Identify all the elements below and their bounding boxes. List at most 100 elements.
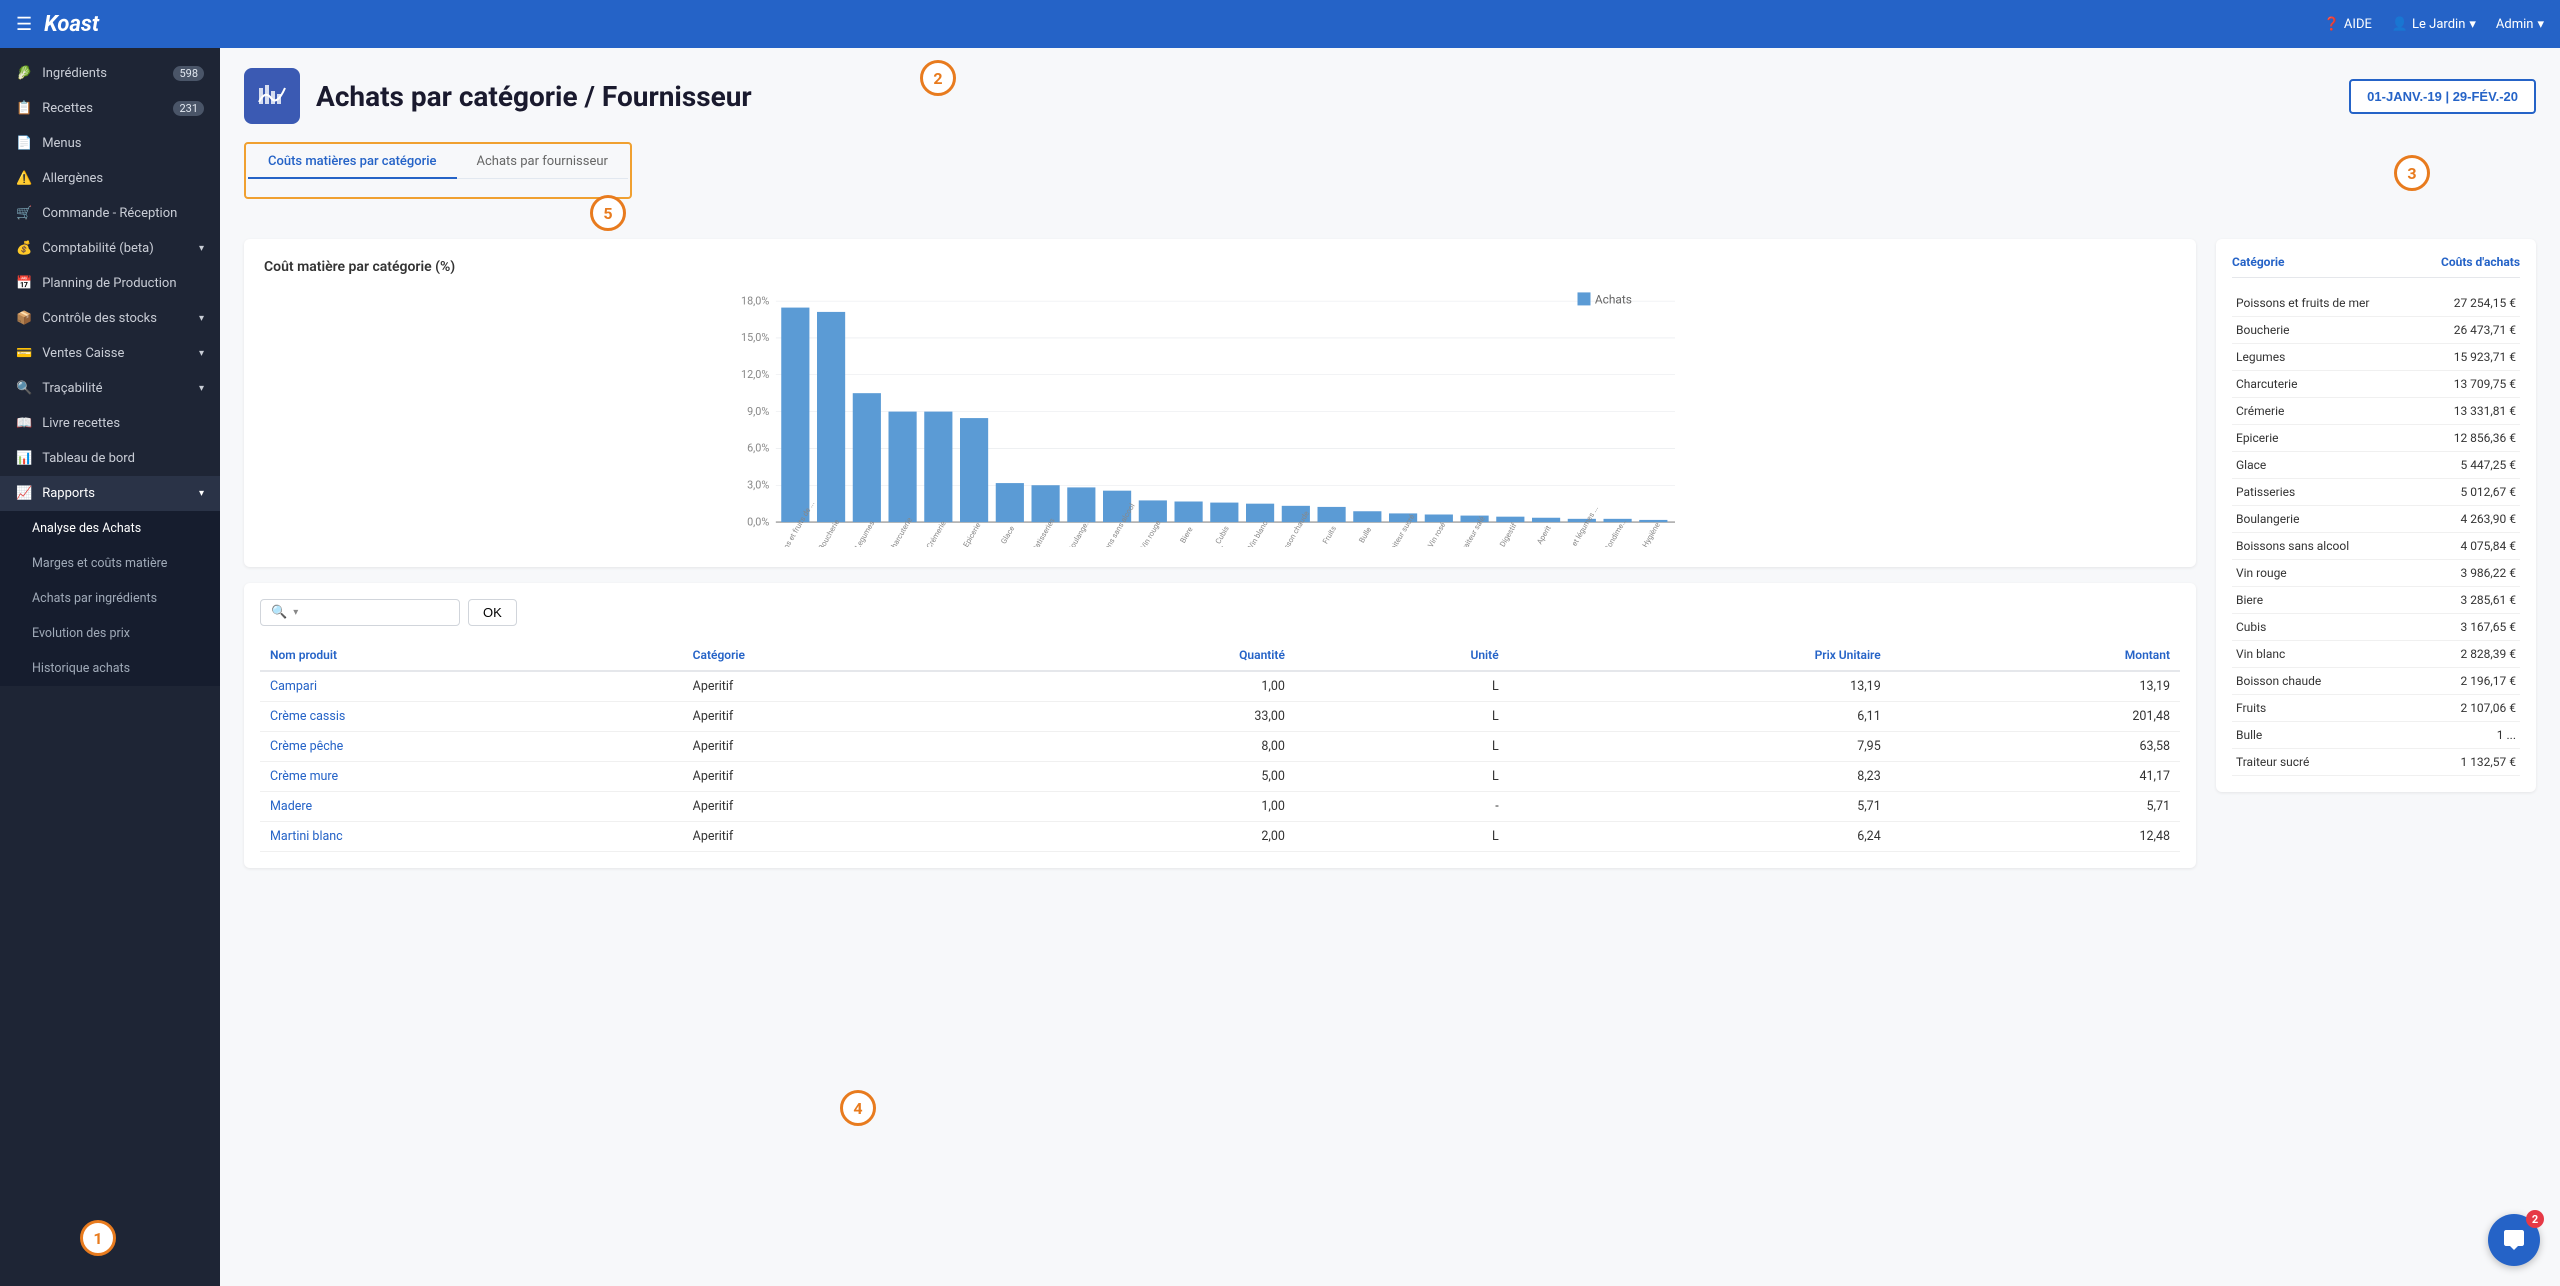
right-col1-label: Catégorie [2232,255,2285,269]
right-panel-row: Biere 3 285,61 € [2232,587,2520,614]
sidebar-item-controle[interactable]: 📦Contrôle des stocks ▾ [0,301,220,336]
svg-text:Achats: Achats [1595,292,1632,306]
table-row: Madere Aperitif 1,00 - 5,71 5,71 [260,792,2180,822]
product-quantite: 8,00 [1003,732,1295,762]
product-name[interactable]: Campari [260,671,683,702]
commande-icon: 🛒 [16,206,32,221]
sidebar-item-rapports[interactable]: 📈Rapports ▾ [0,476,220,511]
svg-text:Glace: Glace [999,524,1016,545]
sidebar-item-commande[interactable]: 🛒Commande - Réception [0,196,220,231]
search-ok-button[interactable]: OK [468,599,517,626]
livre-icon: 📖 [16,416,32,431]
col-prix: Prix Unitaire [1509,640,1891,671]
chart-title: Coût matière par catégorie (%) [264,259,2176,275]
logo: Koast [44,12,99,37]
sidebar-item-marges[interactable]: Marges et coûts matière [0,546,220,581]
admin-menu[interactable]: Admin ▾ [2496,17,2544,32]
product-categorie: Aperitif [683,732,1004,762]
category-value: 5 447,25 € [2424,452,2520,479]
svg-text:3,0%: 3,0% [747,479,769,492]
product-quantite: 2,00 [1003,822,1295,852]
sidebar-item-allergenes[interactable]: ⚠️Allergènes [0,161,220,196]
category-label: Boulangerie [2232,506,2424,533]
svg-text:Digestif: Digestif [1498,521,1519,547]
product-categorie: Aperitif [683,822,1004,852]
category-value: 26 473,71 € [2424,317,2520,344]
sidebar-item-achats-ing[interactable]: Achats par ingrédients [0,581,220,616]
table-row: Crème pêche Aperitif 8,00 L 7,95 63,58 [260,732,2180,762]
table-row: Martini blanc Aperitif 2,00 L 6,24 12,48 [260,822,2180,852]
chevron-icon: ▾ [199,243,204,254]
product-name[interactable]: Crème mure [260,762,683,792]
svg-text:Vin blanc: Vin blanc [1246,519,1269,547]
chevron-down-icon: ▾ [2469,17,2476,32]
sidebar-item-tracabilite[interactable]: 🔍Traçabilité ▾ [0,371,220,406]
sidebar-item-menus[interactable]: 📄Menus [0,126,220,161]
svg-text:15,0%: 15,0% [741,331,769,344]
page-header-left: Achats par catégorie / Fournisseur [244,68,752,124]
help-icon: ❓ [2324,17,2340,32]
col-montant: Montant [1891,640,2180,671]
search-input[interactable] [304,605,444,620]
topnav-right: ❓ AIDE 👤 Le Jardin ▾ Admin ▾ [2324,17,2544,32]
content-right: Catégorie Coûts d'achats Poissons et fru… [2216,239,2536,868]
svg-text:Cubis: Cubis [1213,524,1230,545]
category-value: 2 107,06 € [2424,695,2520,722]
right-panel-row: Cubis 3 167,65 € [2232,614,2520,641]
sidebar-item-ingredients[interactable]: 🥬Ingrédients 598 [0,56,220,91]
table-row: Crème mure Aperitif 5,00 L 8,23 41,17 [260,762,2180,792]
sidebar-item-analyse-achats[interactable]: Analyse des Achats [0,511,220,546]
tab-couts-matieres[interactable]: Coûts matières par catégorie [248,146,457,179]
topnav-left: ☰ Koast [16,12,99,37]
recettes-icon: 📋 [16,101,32,116]
sidebar-item-tableau[interactable]: 📊Tableau de bord [0,441,220,476]
category-label: Fruits [2232,695,2424,722]
category-label: Crémerie [2232,398,2424,425]
user-menu[interactable]: 👤 Le Jardin ▾ [2392,17,2476,32]
ingredients-badge: 598 [173,66,204,81]
sidebar-item-comptabilite[interactable]: 💰Comptabilité (beta) ▾ [0,231,220,266]
sidebar-item-recettes[interactable]: 📋Recettes 231 [0,91,220,126]
chat-icon [2502,1228,2526,1252]
svg-text:Bulle: Bulle [1357,525,1373,544]
product-quantite: 1,00 [1003,671,1295,702]
sidebar-item-historique[interactable]: Historique achats [0,651,220,686]
page-title: Achats par catégorie / Fournisseur [316,80,752,113]
product-montant: 5,71 [1891,792,2180,822]
svg-text:Vin rouge: Vin rouge [1139,519,1163,547]
svg-text:Crémerie: Crémerie [925,519,948,547]
menu-icon[interactable]: ☰ [16,14,32,35]
right-panel-row: Poissons et fruits de mer 27 254,15 € [2232,290,2520,317]
category-label: Patisseries [2232,479,2424,506]
table-row: Crème cassis Aperitif 33,00 L 6,11 201,4… [260,702,2180,732]
product-name[interactable]: Crème cassis [260,702,683,732]
chart-section: Coût matière par catégorie (%) 18,0% 15,… [244,239,2196,567]
help-link[interactable]: ❓ AIDE [2324,17,2372,32]
sidebar-item-evolution[interactable]: Evolution des prix [0,616,220,651]
user-icon: 👤 [2392,17,2408,32]
right-panel-row: Crémerie 13 331,81 € [2232,398,2520,425]
product-prix: 13,19 [1509,671,1891,702]
date-range-button[interactable]: 01-JANV.-19 | 29-FÉV.-20 [2349,79,2536,114]
product-name[interactable]: Martini blanc [260,822,683,852]
chat-bubble[interactable]: 2 [2488,1214,2540,1266]
product-unite: L [1295,762,1509,792]
right-panel-row: Traiteur sucré 1 132,57 € [2232,749,2520,776]
category-value: 13 331,81 € [2424,398,2520,425]
category-label: Poissons et fruits de mer [2232,290,2424,317]
right-panel-header: Catégorie Coûts d'achats [2232,255,2520,278]
category-label: Traiteur sucré [2232,749,2424,776]
right-panel-row: Epicerie 12 856,36 € [2232,425,2520,452]
sidebar-item-planning[interactable]: 📅Planning de Production [0,266,220,301]
svg-text:Fruits et légumes ...: Fruits et légumes ... [1559,504,1600,547]
product-name[interactable]: Crème pêche [260,732,683,762]
product-quantite: 1,00 [1003,792,1295,822]
sidebar-item-livre[interactable]: 📖Livre recettes [0,406,220,441]
sidebar-item-ventes[interactable]: 💳Ventes Caisse ▾ [0,336,220,371]
svg-text:Hygiène: Hygiène [1640,521,1661,547]
chevron-icon: ▾ [199,348,204,359]
tab-achats-fournisseur[interactable]: Achats par fournisseur [457,146,628,179]
search-chevron[interactable]: ▾ [293,607,298,618]
category-value: 4 075,84 € [2424,533,2520,560]
product-name[interactable]: Madere [260,792,683,822]
